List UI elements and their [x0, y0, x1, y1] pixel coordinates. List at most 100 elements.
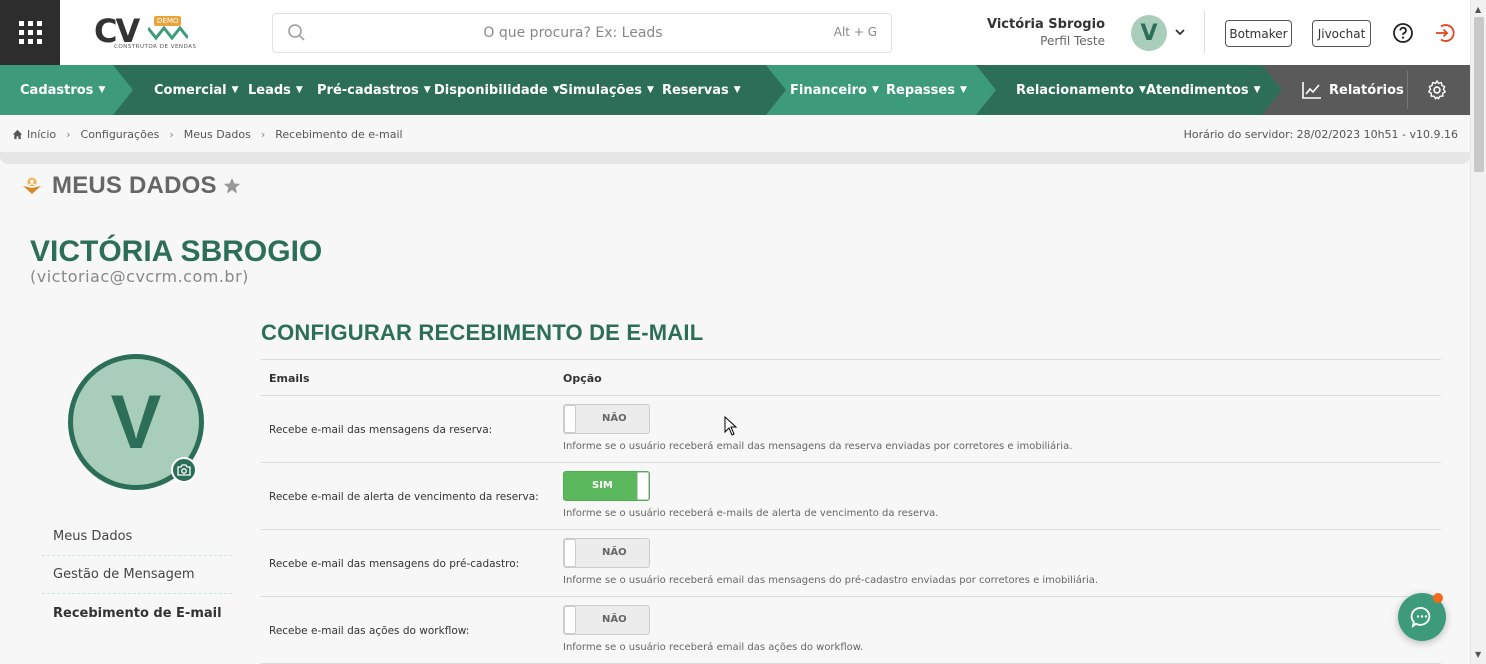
chevron-down-icon: ▼ — [231, 85, 239, 95]
breadcrumb-inicio[interactable]: Início — [27, 128, 56, 141]
logout-icon[interactable] — [1434, 22, 1456, 44]
chevron-down-icon: ▼ — [98, 85, 106, 95]
toggle-knob — [564, 606, 576, 634]
user-avatar[interactable]: V — [1131, 15, 1167, 51]
nav-leads[interactable]: Leads ▼ — [248, 65, 303, 115]
help-icon[interactable] — [1392, 22, 1414, 44]
search-input[interactable] — [323, 20, 823, 46]
camera-icon — [177, 464, 191, 476]
side-menu: Meus Dados Gestão de Mensagem Recebiment… — [42, 518, 232, 632]
chart-line-icon — [1302, 82, 1321, 99]
apps-menu-button[interactable] — [0, 0, 60, 65]
nav-relacionamento[interactable]: Relacionamento ▼ — [1016, 65, 1146, 115]
star-icon[interactable] — [223, 177, 241, 195]
nav-simulacoes[interactable]: Simulações ▼ — [559, 65, 654, 115]
row-help: Informe se o usuário receberá email das … — [563, 642, 864, 653]
change-photo-button[interactable] — [171, 457, 197, 483]
breadcrumb-separator: › — [260, 128, 266, 141]
row-help: Informe se o usuário receberá email das … — [563, 575, 1099, 586]
jivochat-button[interactable]: Jivochat — [1312, 20, 1371, 47]
header-divider — [1204, 11, 1205, 53]
table-row: Recebe e-mail de alerta de vencimento da… — [261, 463, 1441, 530]
toggle-knob — [564, 539, 576, 567]
table-row: Recebe e-mail das ações do workflow: NÃO… — [261, 597, 1441, 664]
row-label: Recebe e-mail das mensagens do pré-cadas… — [269, 558, 520, 570]
config-table: Emails Opção Recebe e-mail das mensagens… — [261, 359, 1441, 664]
nav-repasses[interactable]: Repasses ▼ — [886, 65, 967, 115]
side-item-meus-dados[interactable]: Meus Dados — [42, 518, 232, 556]
breadcrumb-separator: › — [66, 128, 71, 141]
main-nav: Cadastros ▼ Comercial ▼ Leads ▼ Pré-cadastr… — [0, 65, 1470, 115]
reserva-expiration-toggle[interactable]: SIM — [563, 471, 650, 501]
user-card-icon — [23, 177, 41, 194]
toggle-label: NÃO — [602, 614, 627, 625]
toggle-label: NÃO — [602, 413, 627, 424]
table-row: Recebe e-mail das mensagens da reserva: … — [261, 396, 1441, 463]
server-time: Horário do servidor: 28/02/2023 10h51 - … — [1183, 128, 1458, 141]
chevron-down-icon: ▼ — [871, 85, 879, 95]
logo-demo-badge: DEMO — [154, 16, 182, 26]
scroll-up-icon[interactable]: ▲ — [1475, 5, 1481, 14]
logo-wave-icon — [148, 26, 188, 40]
content-band — [0, 152, 1470, 164]
row-label: Recebe e-mail das mensagens da reserva: — [269, 424, 493, 436]
home-icon — [12, 129, 23, 140]
nav-comercial[interactable]: Comercial ▼ — [154, 65, 239, 115]
gear-icon[interactable] — [1426, 79, 1448, 101]
apps-grid-icon — [18, 21, 42, 44]
chevron-down-icon[interactable] — [1173, 25, 1187, 39]
page-title-text: MEUS DADOS — [52, 172, 217, 199]
workflow-actions-toggle[interactable]: NÃO — [563, 605, 650, 635]
logo-subtitle: CONSTRUTOR DE VENDAS — [114, 44, 197, 50]
chat-icon — [1410, 607, 1431, 629]
table-row: Recebe e-mail das mensagens do pré-cadas… — [261, 530, 1441, 597]
breadcrumb: Início › Configurações › Meus Dados › Re… — [12, 128, 403, 141]
column-option: Opção — [563, 372, 602, 385]
side-item-gestao-mensagem[interactable]: Gestão de Mensagem — [42, 556, 232, 594]
scroll-down-icon[interactable]: ▼ — [1475, 650, 1481, 659]
chevron-down-icon: ▼ — [959, 85, 967, 95]
nav-reservas[interactable]: Reservas ▼ — [662, 65, 741, 115]
top-header: CV DEMO CONSTRUTOR DE VENDAS Alt + G Vic… — [0, 0, 1470, 65]
chevron-down-icon: ▼ — [295, 85, 303, 95]
nav-relatorios[interactable]: Relatórios — [1302, 65, 1404, 115]
row-label: Recebe e-mail das ações do workflow: — [269, 625, 470, 637]
nav-pre-cadastros[interactable]: Pré-cadastros ▼ — [317, 65, 431, 115]
user-name[interactable]: Victória Sbrogio — [987, 17, 1105, 32]
column-emails: Emails — [269, 372, 310, 385]
nav-atendimentos[interactable]: Atendimentos ▼ — [1146, 65, 1261, 115]
chevron-down-icon: ▼ — [733, 85, 741, 95]
side-item-recebimento-email[interactable]: Recebimento de E-mail — [42, 594, 232, 632]
breadcrumb-current: Recebimento de e-mail — [275, 128, 403, 141]
chevron-down-icon: ▼ — [1138, 85, 1146, 95]
toggle-knob — [637, 472, 649, 500]
breadcrumb-meus-dados[interactable]: Meus Dados — [184, 128, 251, 141]
toggle-label: NÃO — [602, 547, 627, 558]
nav-cadastros[interactable]: Cadastros ▼ — [20, 65, 105, 115]
profile-email: (victoriac@cvcrm.com.br) — [30, 267, 249, 286]
row-help: Informe se o usuário receberá e-mails de… — [563, 508, 939, 519]
row-help: Informe se o usuário receberá email das … — [563, 441, 1073, 452]
section-title: CONFIGURAR RECEBIMENTO DE E-MAIL — [261, 320, 704, 345]
nav-disponibilidade[interactable]: Disponibilidade ▼ — [434, 65, 560, 115]
page-title: MEUS DADOS — [20, 172, 241, 200]
profile-name: VICTÓRIA SBROGIO — [30, 235, 323, 268]
breadcrumb-configuracoes[interactable]: Configurações — [81, 128, 160, 141]
user-profile: Perfil Teste — [1040, 34, 1105, 48]
scroll-thumb[interactable] — [1474, 17, 1484, 172]
company-logo[interactable]: CV DEMO CONSTRUTOR DE VENDAS — [92, 12, 196, 54]
chat-notification-dot — [1433, 593, 1443, 603]
precadastro-messages-toggle[interactable]: NÃO — [563, 538, 650, 568]
global-search: Alt + G — [272, 13, 892, 53]
table-header: Emails Opção — [261, 360, 1441, 396]
chevron-down-icon: ▼ — [1253, 85, 1261, 95]
reserva-messages-toggle[interactable]: NÃO — [563, 404, 650, 434]
nav-financeiro[interactable]: Financeiro ▼ — [790, 65, 879, 115]
nav-divider — [1407, 71, 1408, 109]
breadcrumb-separator: › — [169, 128, 174, 141]
botmaker-button[interactable]: Botmaker — [1225, 20, 1292, 47]
profile-avatar-initial: V — [110, 379, 162, 465]
page-scrollbar[interactable]: ▲ ▼ — [1470, 0, 1486, 664]
toggle-label: SIM — [592, 480, 613, 491]
toggle-knob — [564, 405, 576, 433]
